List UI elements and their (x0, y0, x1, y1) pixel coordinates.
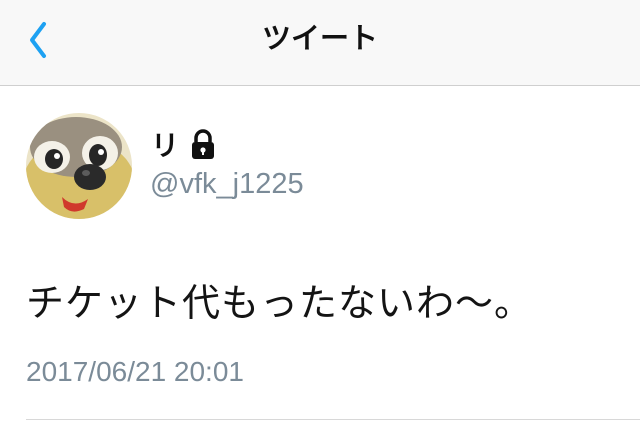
mascot-avatar-image (26, 113, 132, 219)
tweet-detail-screen: ツイート リ @vfk_j1225 チケット代もったないわ〜。 2017/06/… (0, 0, 640, 444)
avatar[interactable] (26, 113, 132, 219)
author-name-row: リ (151, 126, 217, 162)
divider (26, 419, 640, 420)
tweet-timestamp: 2017/06/21 20:01 (26, 356, 244, 387)
tweet-detail: リ @vfk_j1225 チケット代もったないわ〜。 2017/06/21 20… (0, 86, 640, 444)
user-handle[interactable]: @vfk_j1225 (150, 168, 304, 201)
page-title: ツイート (261, 21, 378, 55)
tweet-text: チケット代もったないわ〜。 (26, 281, 534, 325)
navigation-bar: ツイート (0, 0, 640, 86)
display-name[interactable]: リ (151, 124, 179, 164)
lock-icon (192, 129, 215, 159)
